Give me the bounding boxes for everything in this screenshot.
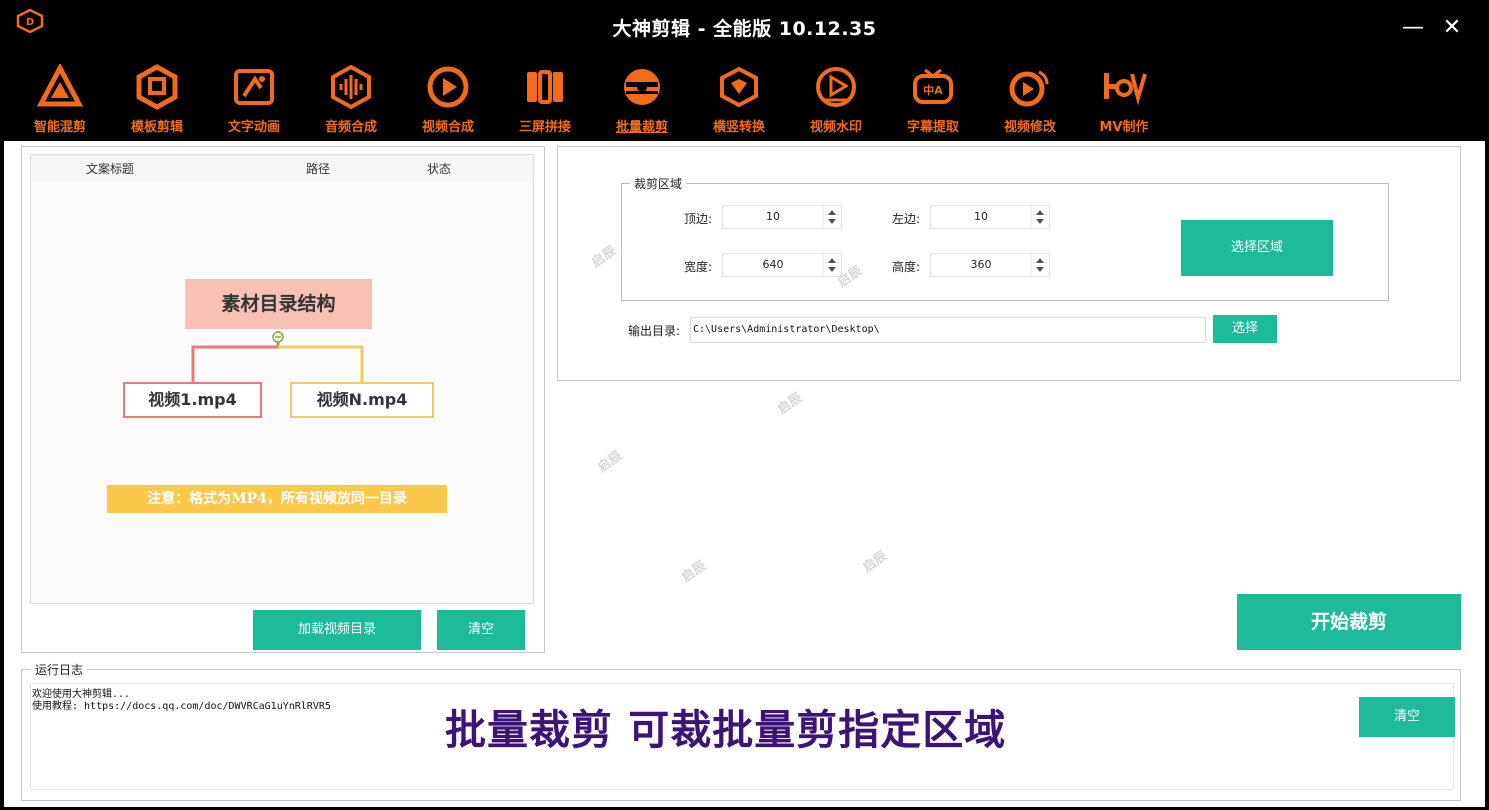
column-path[interactable]: 路径 [306,160,330,177]
tool-label: 模板剪辑 [130,120,183,135]
tool-video-watermark[interactable]: 视频水印 [793,64,879,136]
top-spinbox[interactable]: 10 [722,205,842,229]
minimize-button[interactable]: — [1397,12,1429,44]
top-label: 顶边: [684,212,713,226]
log-line: 使用教程: https://docs.qq.com/doc/DWVRCaG1uY… [32,701,331,712]
tool-label: MV制作 [1099,120,1149,135]
tool-video-modify[interactable]: 视频修改 [987,64,1073,136]
watermark-text: 启辰 [679,558,710,586]
promo-banner: 批量裁剪 可裁批量剪指定区域 [445,706,1007,754]
tool-label: 横竖转换 [712,120,765,135]
watermark-text: 启辰 [775,390,806,418]
top-value[interactable]: 10 [723,206,823,228]
tool-label: 字幕提取 [906,120,959,135]
tool-smart-mix[interactable]: 智能混剪 [17,64,103,136]
file-list-panel: 文案标题 路径 状态 素材目录结构 视频1.mp4 视频N.mp4 注意：格式为… [21,146,545,653]
tool-three-screen[interactable]: 三屏拼接 [502,64,588,136]
watermark-icon [816,67,856,107]
left-value[interactable]: 10 [931,206,1031,228]
increment-arrow-icon[interactable] [1036,210,1044,215]
left-label: 左边: [892,212,921,226]
tool-label: 音频合成 [324,120,377,135]
decrement-arrow-icon[interactable] [828,219,836,224]
hexagon-template-icon [136,64,178,110]
height-stepper[interactable] [1031,254,1049,276]
clear-log-button[interactable]: 清空 [1359,697,1455,737]
triangle-logo-icon [37,64,83,107]
tool-orientation-convert[interactable]: 横竖转换 [696,64,782,136]
tool-audio-compose[interactable]: 音频合成 [308,64,394,136]
run-log-output[interactable]: 欢迎使用大神剪辑... 使用教程: https://docs.qq.com/do… [30,683,1455,790]
video-edit-icon [1009,70,1049,107]
decrement-arrow-icon[interactable] [1036,219,1044,224]
width-spinbox[interactable]: 640 [722,253,842,277]
diagram-root-node: 素材目录结构 [185,279,372,329]
rotate-cube-icon [720,66,758,108]
column-title[interactable]: 文案标题 [86,160,134,177]
load-video-directory-button[interactable]: 加载视频目录 [253,610,421,650]
tool-mv-make[interactable]: MV制作 [1081,64,1167,136]
increment-arrow-icon[interactable] [1036,258,1044,263]
tool-label: 三屏拼接 [518,120,571,135]
column-status[interactable]: 状态 [427,160,451,177]
height-spinbox[interactable]: 360 [930,253,1050,277]
left-spinbox[interactable]: 10 [930,205,1050,229]
file-list-header: 文案标题 路径 状态 [31,155,533,181]
run-log-group: 运行日志 欢迎使用大神剪辑... 使用教程: https://docs.qq.c… [21,661,1461,801]
main-toolbar: 智能混剪 模板剪辑 文字动画 音频合成 视频合成 三屏拼接 批量裁剪 横竖转换 [0,58,1489,140]
subtitle-tv-icon: 中A [913,68,953,104]
decrement-arrow-icon[interactable] [1036,267,1044,272]
tool-label: 视频修改 [1003,120,1056,135]
width-label: 宽度: [684,260,713,274]
tool-label: 批量裁剪 [615,120,668,135]
file-list[interactable]: 文案标题 路径 状态 素材目录结构 视频1.mp4 视频N.mp4 注意：格式为… [30,154,534,604]
output-dir-input[interactable]: C:\Users\Administrator\Desktop\ [690,317,1206,343]
select-area-button[interactable]: 选择区域 [1181,220,1333,276]
tool-label: 文字动画 [227,120,280,135]
watermark-text: 启辰 [595,448,626,476]
output-dir-label: 输出目录: [628,324,681,338]
width-value[interactable]: 640 [723,254,823,276]
choose-output-button[interactable]: 选择 [1213,315,1277,343]
mv-logo-icon [1104,73,1147,106]
watermark-text: 启辰 [860,548,891,576]
title-bar: D 大神剪辑 - 全能版 10.12.35 — ✕ [0,0,1489,58]
top-stepper[interactable] [823,206,841,228]
start-crop-button[interactable]: 开始裁剪 [1237,594,1461,650]
tool-text-animation[interactable]: 文字动画 [211,64,297,136]
clear-list-button[interactable]: 清空 [437,610,525,650]
svg-text:中A: 中A [923,83,943,97]
window-title: 大神剪辑 - 全能版 10.12.35 [612,18,877,40]
audio-wave-icon [331,64,371,110]
format-note: 注意：格式为MP4，所有视频放同一目录 [107,485,447,513]
crop-settings-panel: 裁剪区域 顶边: 10 左边: 10 宽度: 640 高度: 360 选择区域 … [557,146,1461,381]
split-screen-icon [527,70,563,104]
height-value[interactable]: 360 [931,254,1031,276]
tool-label: 视频合成 [421,120,474,135]
run-log-title: 运行日志 [31,661,88,678]
crop-area-group-title: 裁剪区域 [630,175,687,192]
tool-subtitle-extract[interactable]: 中A 字幕提取 [890,64,976,136]
main-content: 文案标题 路径 状态 素材目录结构 视频1.mp4 视频N.mp4 注意：格式为… [4,141,1485,807]
diagram-child-node-first: 视频1.mp4 [123,382,262,418]
diagram-child-node-last: 视频N.mp4 [290,382,434,418]
tool-video-compose[interactable]: 视频合成 [405,64,491,136]
height-label: 高度: [892,260,921,274]
increment-arrow-icon[interactable] [828,258,836,263]
close-button[interactable]: ✕ [1436,12,1468,44]
tool-template-edit[interactable]: 模板剪辑 [114,64,200,136]
crop-icon [624,69,660,105]
left-stepper[interactable] [1031,206,1049,228]
text-card-icon [234,69,274,105]
app-window: D 大神剪辑 - 全能版 10.12.35 — ✕ 智能混剪 模板剪辑 文字动画… [0,0,1489,810]
decrement-arrow-icon[interactable] [828,267,836,272]
video-circle-icon [427,66,469,108]
tool-batch-crop[interactable]: 批量裁剪 [599,64,685,136]
increment-arrow-icon[interactable] [828,210,836,215]
tool-label: 视频水印 [809,120,862,135]
tool-label: 智能混剪 [33,120,86,135]
directory-structure-diagram: 素材目录结构 视频1.mp4 视频N.mp4 注意：格式为MP4，所有视频放同一… [31,255,533,515]
